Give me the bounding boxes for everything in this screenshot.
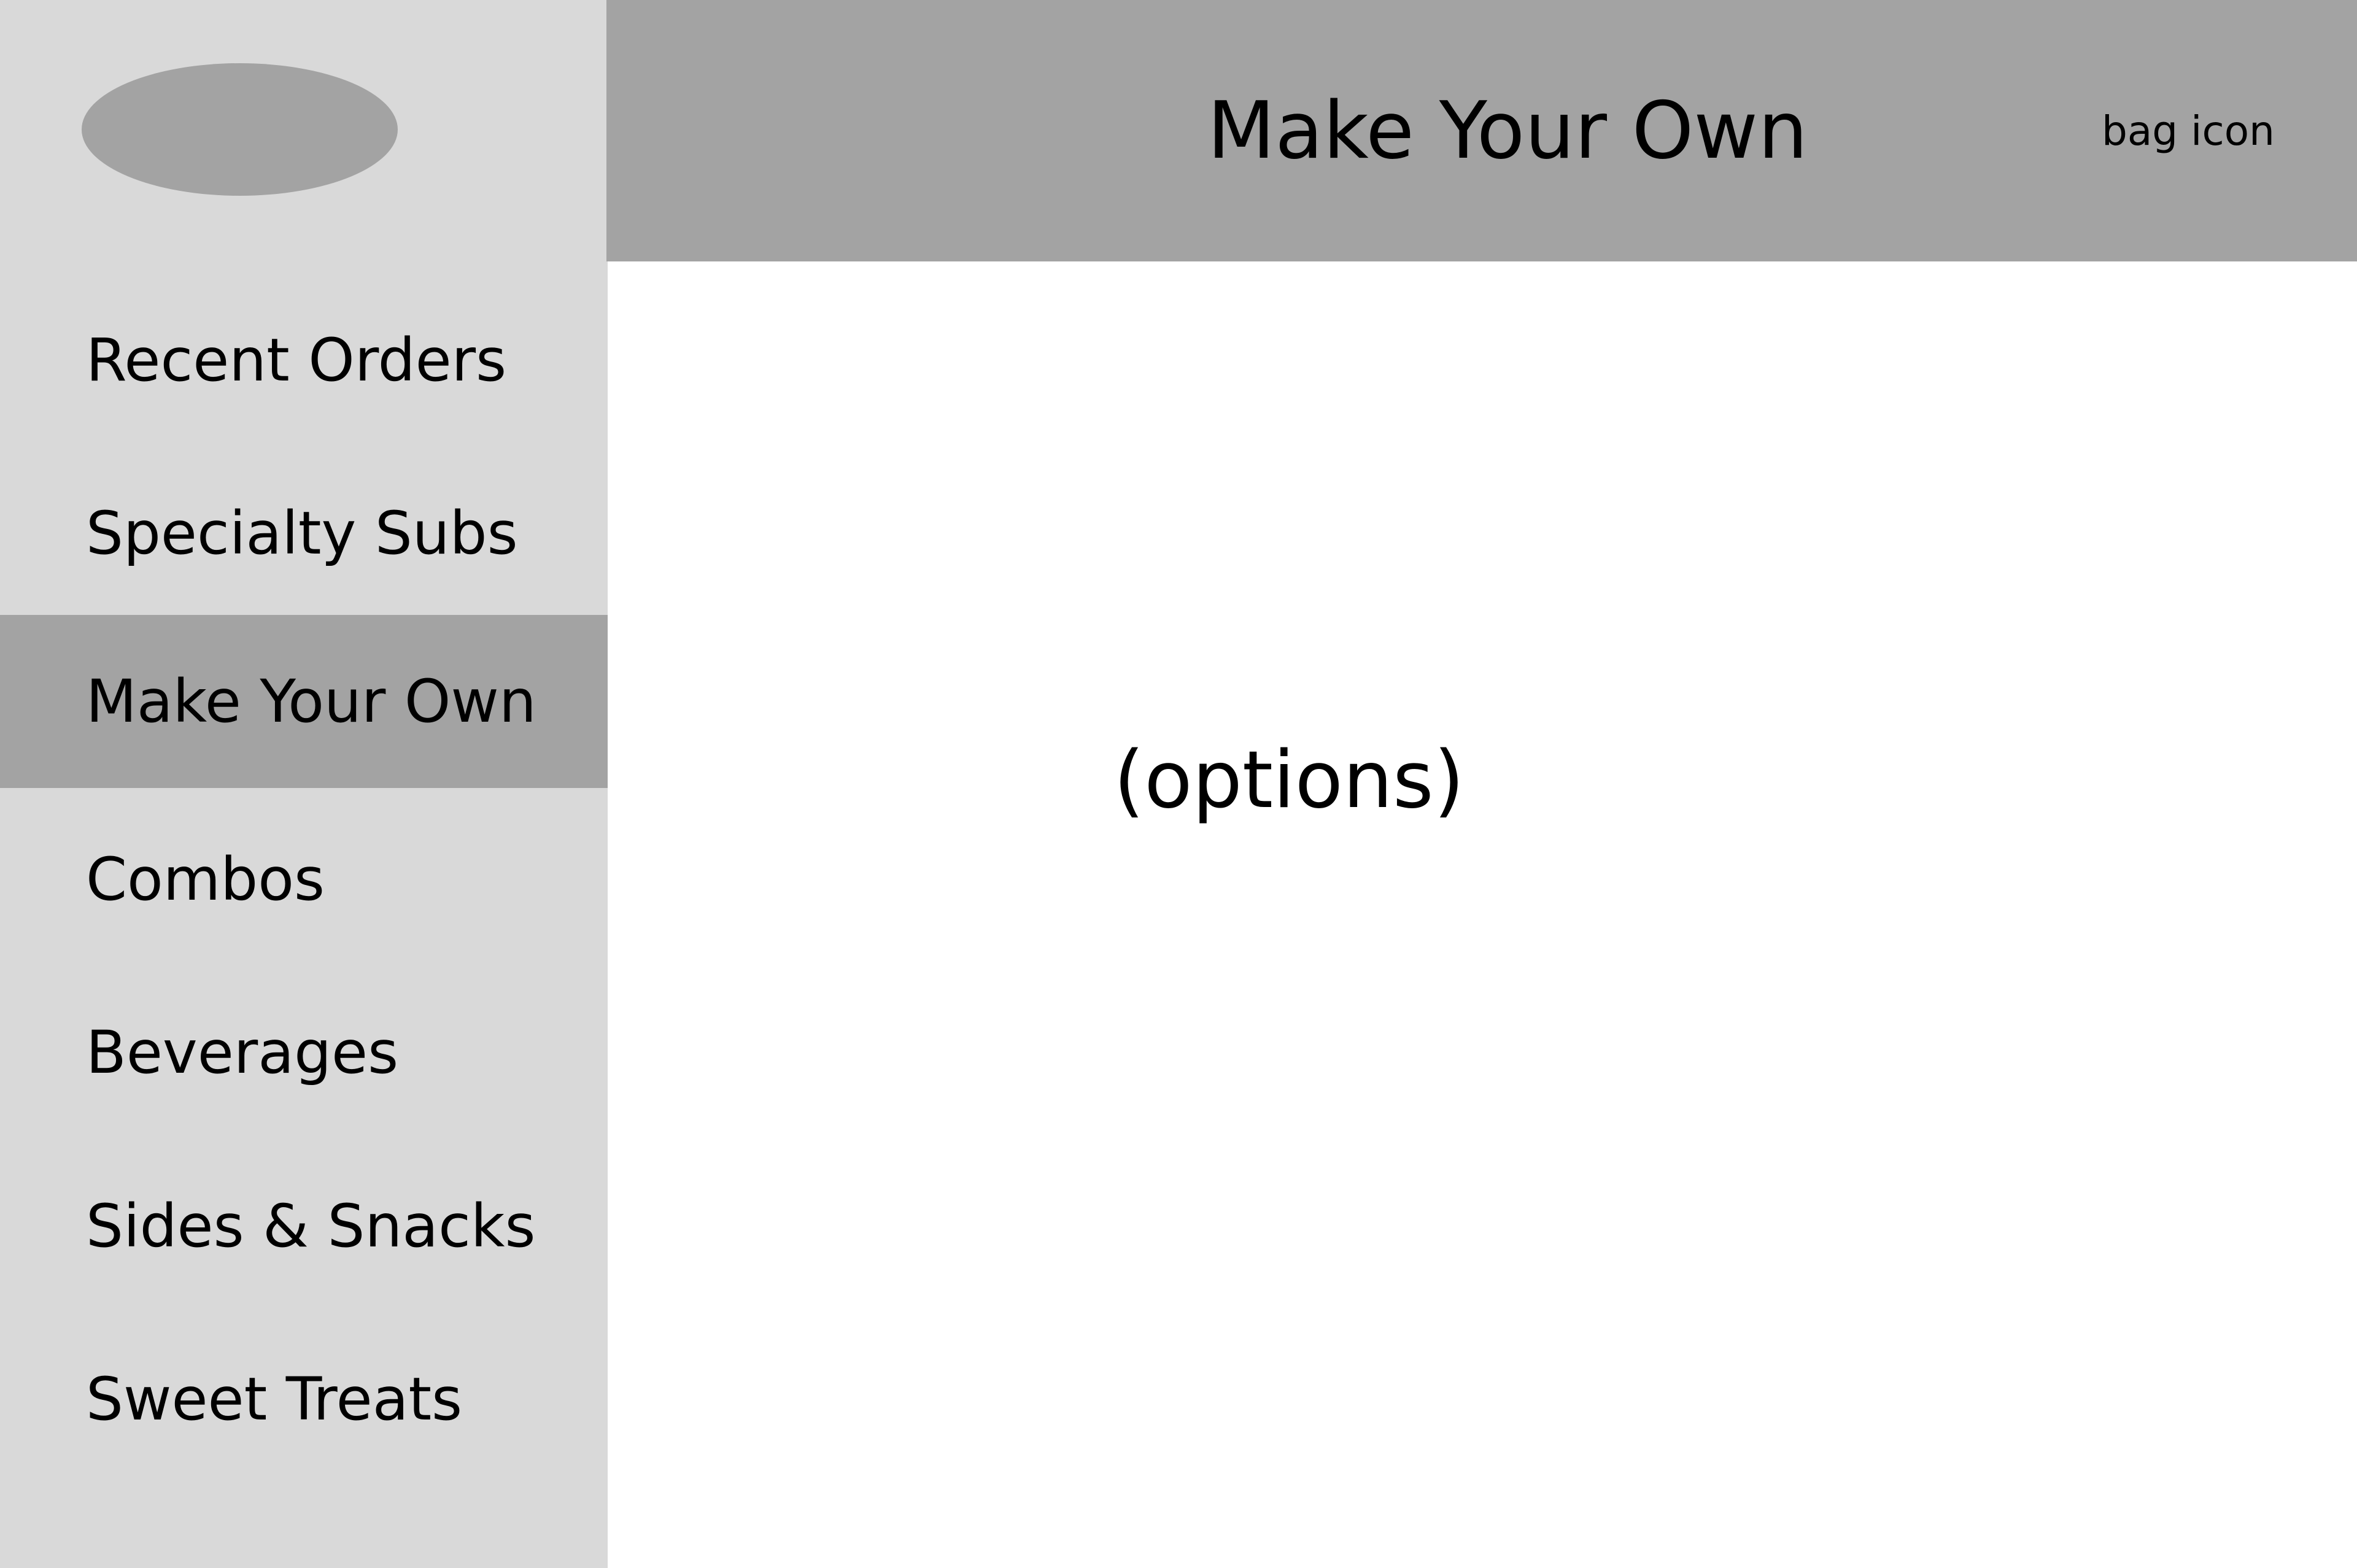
sidebar-item-recent-orders[interactable]: Recent Orders [0, 274, 608, 447]
sidebar-item-label: Sides & Snacks [86, 1192, 536, 1261]
page-title: Make Your Own [1207, 85, 1808, 177]
logo-placeholder[interactable] [82, 63, 398, 196]
header-bar: Make Your Own bag icon [606, 0, 2357, 261]
app-window: Recent Orders Specialty Subs Make Your O… [0, 0, 2357, 1568]
sidebar-item-label: Make Your Own [86, 667, 536, 736]
sidebar-item-make-your-own[interactable]: Make Your Own [0, 615, 609, 788]
sidebar-item-combos[interactable]: Combos [0, 793, 608, 966]
content-area: (options) [608, 261, 2357, 1568]
sidebar-item-label: Beverages [86, 1018, 399, 1087]
sidebar-item-sweet-treats[interactable]: Sweet Treats [0, 1313, 608, 1486]
sidebar-item-sides-snacks[interactable]: Sides & Snacks [0, 1140, 608, 1313]
sidebar-item-label: Recent Orders [86, 326, 507, 395]
sidebar-item-label: Combos [86, 845, 325, 914]
sidebar-item-label: Sweet Treats [86, 1365, 463, 1434]
sidebar-item-specialty-subs[interactable]: Specialty Subs [0, 447, 608, 620]
sidebar-item-label: Specialty Subs [86, 499, 518, 568]
sidebar: Recent Orders Specialty Subs Make Your O… [0, 0, 609, 1568]
sidebar-item-beverages[interactable]: Beverages [0, 966, 608, 1139]
options-placeholder: (options) [1113, 734, 1465, 826]
bag-icon[interactable]: bag icon [2102, 0, 2275, 261]
